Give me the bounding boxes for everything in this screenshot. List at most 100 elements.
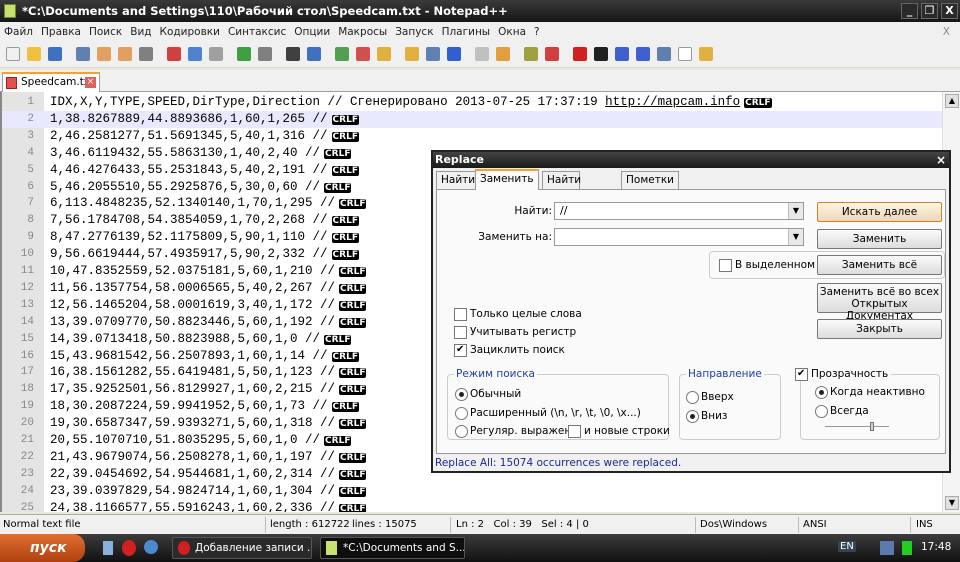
menu-item[interactable]: Вид xyxy=(130,26,151,38)
replace-all-in-open-docs-button[interactable]: Заменить всё во всех Открытых Документах xyxy=(817,283,942,322)
toolbar-button-icon[interactable] xyxy=(475,47,489,61)
opera-icon[interactable] xyxy=(122,540,136,556)
editor-line[interactable]: 1 IDX,X,Y,TYPE,SPEED,DirType,Direction //… xyxy=(2,94,942,111)
when-inactive-radio[interactable]: Когда неактивно xyxy=(815,386,925,399)
ie-icon[interactable] xyxy=(144,540,158,554)
menu-item[interactable]: ? xyxy=(534,26,540,38)
menu-item[interactable]: Макросы xyxy=(338,26,387,38)
replace-all-button[interactable]: Заменить всё xyxy=(817,255,942,275)
dialog-close-icon[interactable]: × xyxy=(936,153,946,167)
menu-item[interactable]: Поиск xyxy=(89,26,122,38)
slider-thumb[interactable] xyxy=(870,422,874,431)
toolbar-button-icon[interactable] xyxy=(524,47,538,61)
toolbar-button-icon[interactable] xyxy=(405,47,419,61)
toolbar-button-icon[interactable] xyxy=(188,47,202,61)
toolbar-button-icon[interactable] xyxy=(286,47,300,61)
toolbar-button-icon[interactable] xyxy=(258,47,272,61)
toolbar-button-icon[interactable] xyxy=(657,47,671,61)
dialog-title-bar[interactable]: Replace xyxy=(433,152,949,168)
wrap-around-checkbox[interactable]: Зациклить поиск xyxy=(454,343,565,357)
line-content: 4,46.4276433,55.2531843,5,40,2,191 // xyxy=(50,162,328,177)
toolbar-button-icon[interactable] xyxy=(335,47,349,61)
toolbar-button-icon[interactable] xyxy=(699,47,713,61)
close-button[interactable]: X xyxy=(941,3,958,19)
url-link[interactable]: http://mapcam.info xyxy=(605,95,740,109)
task-opera[interactable]: Добавление записи ... xyxy=(172,537,312,559)
menu-item[interactable]: Запуск xyxy=(395,26,433,38)
always-radio[interactable]: Всегда xyxy=(815,405,869,418)
toolbar-button-icon[interactable] xyxy=(377,47,391,61)
eol-marker: CRLF xyxy=(331,233,359,244)
toolbar-button-icon[interactable] xyxy=(209,47,223,61)
toolbar-button-icon[interactable] xyxy=(496,47,510,61)
editor-line[interactable]: 24 23,39.0397829,54.9824714,1,60,1,304 //… xyxy=(2,483,942,500)
toolbar-button-icon[interactable] xyxy=(48,47,62,61)
tab-find[interactable]: Найти xyxy=(436,171,481,189)
toolbar-button-icon[interactable] xyxy=(594,47,608,61)
toolbar-button-icon[interactable] xyxy=(167,47,181,61)
tab-speedcam[interactable]: Speedcam.txt × xyxy=(2,72,100,92)
close-tab-icon[interactable]: × xyxy=(85,77,96,88)
in-selection-checkbox[interactable]: В выделенном xyxy=(719,259,815,272)
chevron-down-icon[interactable]: ▼ xyxy=(788,203,803,219)
language-indicator[interactable]: EN xyxy=(838,541,856,552)
mode-extended-radio[interactable]: Расширенный (\n, \r, \t, \0, \x...) xyxy=(455,407,641,420)
menu-item[interactable]: Файл xyxy=(4,26,33,38)
toolbar-button-icon[interactable] xyxy=(118,47,132,61)
toolbar-button-icon[interactable] xyxy=(6,47,20,61)
toolbar-button-icon[interactable] xyxy=(356,47,370,61)
scroll-up-icon[interactable]: ▲ xyxy=(945,94,959,108)
toolbar-button-icon[interactable] xyxy=(545,47,559,61)
editor-line[interactable]: 3 2,46.2581277,51.5691345,5,40,1,316 //CR… xyxy=(2,128,942,145)
close-document-button[interactable]: X xyxy=(943,22,950,42)
quicklaunch-icon[interactable] xyxy=(103,541,113,555)
mode-regex-radio[interactable]: Регуляр. выражен. xyxy=(455,425,575,438)
scroll-down-icon[interactable]: ▼ xyxy=(945,496,959,510)
menu-item[interactable]: Правка xyxy=(41,26,81,38)
toolbar-button-icon[interactable] xyxy=(636,47,650,61)
toolbar-button-icon[interactable] xyxy=(27,47,41,61)
whole-word-checkbox[interactable]: Только целые слова xyxy=(454,308,582,321)
toolbar-button-icon[interactable] xyxy=(307,47,321,61)
menu-item[interactable]: Окна xyxy=(498,26,526,38)
menu-item[interactable]: Кодировки xyxy=(160,26,220,38)
toolbar-button-icon[interactable] xyxy=(678,47,692,61)
minimize-button[interactable]: _ xyxy=(901,3,918,19)
task-notepadpp[interactable]: *C:\Documents and S... xyxy=(320,537,465,559)
toolbar-button-icon[interactable] xyxy=(426,47,440,61)
transparency-slider[interactable] xyxy=(825,422,889,431)
menu-item[interactable]: Опции xyxy=(294,26,330,38)
find-next-button[interactable]: Искать далее xyxy=(817,202,942,222)
chevron-down-icon[interactable]: ▼ xyxy=(788,229,803,245)
menu-item[interactable]: Плагины xyxy=(442,26,491,38)
toolbar-button-icon[interactable] xyxy=(97,47,111,61)
tab-marks[interactable]: Пометки xyxy=(621,171,679,189)
toolbar-button-icon[interactable] xyxy=(447,47,461,61)
toolbar-button-icon[interactable] xyxy=(573,47,587,61)
network-icon[interactable] xyxy=(880,541,894,555)
line-number: 5 xyxy=(27,163,34,176)
replace-input[interactable]: ▼ xyxy=(554,228,804,246)
find-input[interactable]: // ▼ xyxy=(554,202,804,220)
tab-find-in-files[interactable]: Найти в файлах xyxy=(542,171,589,218)
editor-line[interactable]: 2 1,38.8267889,44.8893686,1,60,1,265 //CR… xyxy=(2,110,942,128)
toolbar-button-icon[interactable] xyxy=(76,47,90,61)
tab-replace[interactable]: Заменить xyxy=(475,169,539,190)
editor-line[interactable]: 25 24,38.1166577,55.5916243,1,60,2,336 //… xyxy=(2,500,942,512)
close-dialog-button[interactable]: Закрыть xyxy=(817,319,942,339)
toolbar-button-icon[interactable] xyxy=(615,47,629,61)
dot-matches-newline-checkbox[interactable]: и новые строки xyxy=(568,425,670,438)
toolbar-button-icon[interactable] xyxy=(237,47,251,61)
maximize-button[interactable]: ❐ xyxy=(921,3,938,19)
eol-marker: CRLF xyxy=(339,267,367,277)
direction-down-radio[interactable]: Вниз xyxy=(686,410,727,423)
menu-item[interactable]: Синтаксис xyxy=(228,26,286,38)
mode-normal-radio[interactable]: Обычный xyxy=(455,388,521,401)
transparency-checkbox[interactable]: Прозрачность xyxy=(795,367,892,381)
start-button[interactable]: пуск xyxy=(0,534,85,562)
direction-up-radio[interactable]: Вверх xyxy=(686,391,734,404)
tray-icon[interactable] xyxy=(902,541,912,555)
replace-button[interactable]: Заменить xyxy=(817,229,942,249)
toolbar-button-icon[interactable] xyxy=(139,47,153,61)
match-case-checkbox[interactable]: Учитывать регистр xyxy=(454,326,576,339)
